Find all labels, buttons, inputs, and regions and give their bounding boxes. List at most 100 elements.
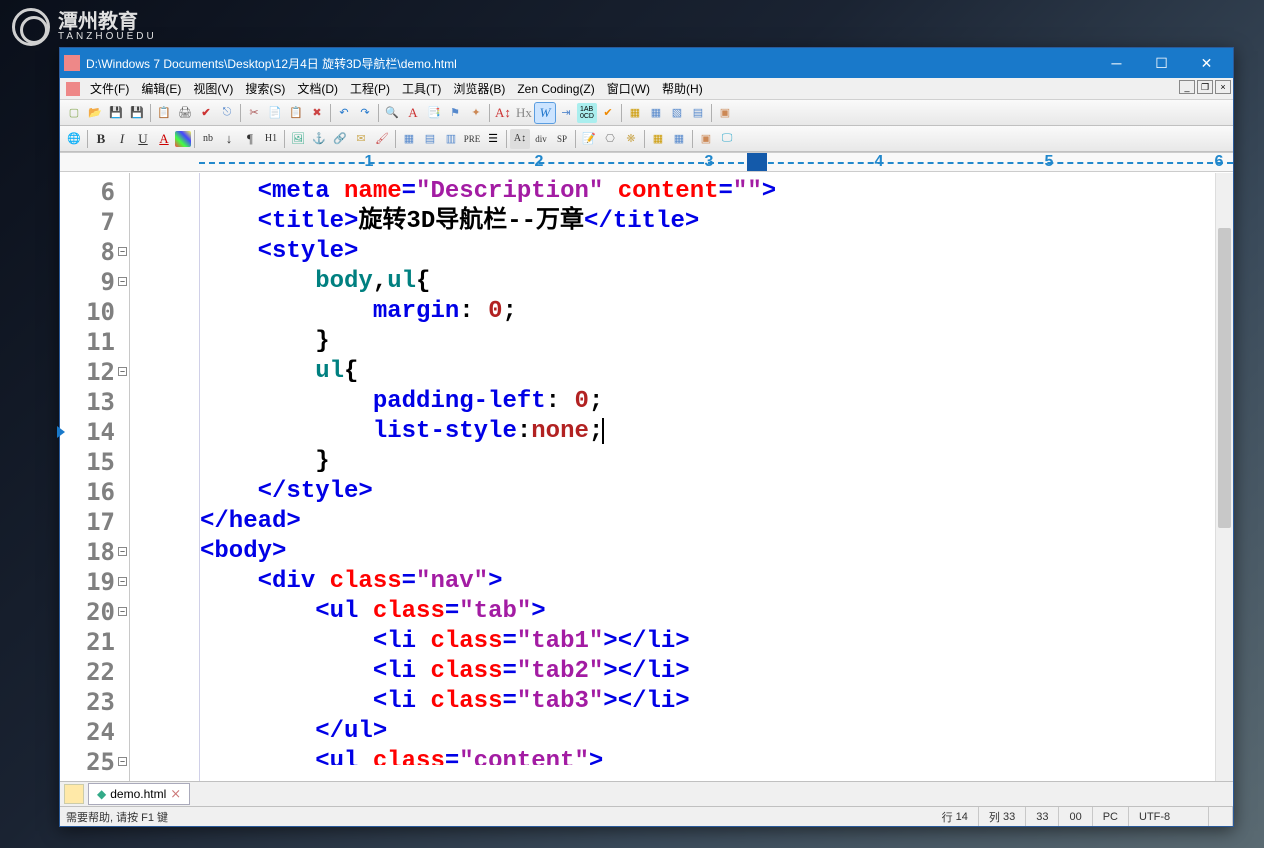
open-file-icon[interactable]: 📂 xyxy=(85,103,105,123)
paste-icon[interactable]: 📋 xyxy=(286,103,306,123)
delete-icon[interactable]: ✖ xyxy=(307,103,327,123)
h1-icon[interactable]: H1 xyxy=(261,129,281,149)
line-number-23[interactable]: 23 xyxy=(60,687,129,717)
line-number-7[interactable]: 7 xyxy=(60,207,129,237)
scrollbar-thumb[interactable] xyxy=(1218,228,1231,528)
menu-9[interactable]: 窗口(W) xyxy=(601,80,656,98)
hex-icon[interactable]: Hx xyxy=(514,103,534,123)
redo-icon[interactable]: ↷ xyxy=(355,103,375,123)
tab-demo-html[interactable]: ◆ demo.html ⨯ xyxy=(88,783,190,805)
code-line-14[interactable]: list-style:none; xyxy=(200,417,1233,447)
code-line-7[interactable]: <title>旋转3D导航栏--万章</title> xyxy=(200,207,1233,237)
fold-icon[interactable]: − xyxy=(118,547,127,556)
code-line-15[interactable]: } xyxy=(200,447,1233,477)
code-line-20[interactable]: <ul class="tab"> xyxy=(200,597,1233,627)
panel4-icon[interactable]: ▤ xyxy=(688,103,708,123)
line-number-9[interactable]: 9− xyxy=(60,267,129,297)
line-number-12[interactable]: 12− xyxy=(60,357,129,387)
code-line-19[interactable]: <div class="nav"> xyxy=(200,567,1233,597)
bookmark-icon[interactable]: 📑 xyxy=(424,103,444,123)
save-icon[interactable]: 💾 xyxy=(106,103,126,123)
minimize-button[interactable]: ─ xyxy=(1094,48,1139,78)
div-icon[interactable]: div xyxy=(531,129,551,149)
menu-8[interactable]: Zen Coding(Z) xyxy=(511,80,600,98)
panel1-icon[interactable]: ▦ xyxy=(625,103,645,123)
titlebar[interactable]: D:\Windows 7 Documents\Desktop\12月4日 旋转3… xyxy=(60,48,1233,78)
indent-icon[interactable]: ⇥ xyxy=(556,103,576,123)
code-line-9[interactable]: body,ul{ xyxy=(200,267,1233,297)
close-button[interactable]: ✕ xyxy=(1184,48,1229,78)
code-line-16[interactable]: </style> xyxy=(200,477,1233,507)
italic-icon[interactable]: I xyxy=(112,129,132,149)
line-number-10[interactable]: 10 xyxy=(60,297,129,327)
panel3-icon[interactable]: ▧ xyxy=(667,103,687,123)
pre-icon[interactable]: PRE xyxy=(462,129,482,149)
menu-10[interactable]: 帮助(H) xyxy=(656,80,709,98)
line-number-11[interactable]: 11 xyxy=(60,327,129,357)
copy-icon-2[interactable]: 📄 xyxy=(265,103,285,123)
sp-icon[interactable]: SP xyxy=(552,129,572,149)
line-number-16[interactable]: 16 xyxy=(60,477,129,507)
window-icon[interactable]: ▣ xyxy=(715,103,735,123)
menu-3[interactable]: 搜索(S) xyxy=(239,80,291,98)
wrap-w-icon[interactable]: W xyxy=(535,103,555,123)
col-icon[interactable]: ▥ xyxy=(441,129,461,149)
fold-icon[interactable]: − xyxy=(118,757,127,766)
line-number-13[interactable]: 13 xyxy=(60,387,129,417)
mdi-minimize[interactable]: _ xyxy=(1179,80,1195,94)
globe-icon[interactable]: 🌐 xyxy=(64,129,84,149)
underline-icon[interactable]: U xyxy=(133,129,153,149)
fold-icon[interactable]: − xyxy=(118,247,127,256)
new-file-icon[interactable]: ▢ xyxy=(64,103,84,123)
line-number-8[interactable]: 8− xyxy=(60,237,129,267)
code-line-13[interactable]: padding-left: 0; xyxy=(200,387,1233,417)
code-line-8[interactable]: <style> xyxy=(200,237,1233,267)
line-number-22[interactable]: 22 xyxy=(60,657,129,687)
code-line-24[interactable]: </ul> xyxy=(200,717,1233,747)
fold-icon[interactable]: − xyxy=(118,607,127,616)
form-icon[interactable]: 📝 xyxy=(579,129,599,149)
line-number-21[interactable]: 21 xyxy=(60,627,129,657)
save-all-icon[interactable]: 💾 xyxy=(127,103,147,123)
link-icon[interactable]: ⎋ xyxy=(217,103,237,123)
tool1-icon[interactable]: ⎔ xyxy=(600,129,620,149)
code-area[interactable]: 678−9−101112−131415161718−19−20−21222324… xyxy=(60,173,1233,781)
line-number-6[interactable]: 6 xyxy=(60,177,129,207)
spellcheck-icon[interactable]: ✔ xyxy=(196,103,216,123)
undo-icon[interactable]: ↶ xyxy=(334,103,354,123)
mail-icon[interactable]: ✉ xyxy=(351,129,371,149)
row-icon[interactable]: ▤ xyxy=(420,129,440,149)
find-icon[interactable]: 🔍 xyxy=(382,103,402,123)
font-a-icon[interactable]: A xyxy=(403,103,423,123)
menu-6[interactable]: 工具(T) xyxy=(396,80,447,98)
code-line-21[interactable]: <li class="tab1"></li> xyxy=(200,627,1233,657)
vertical-scrollbar[interactable] xyxy=(1215,173,1233,781)
menu-5[interactable]: 工程(P) xyxy=(344,80,396,98)
code-line-6[interactable]: <meta name="Description" content=""> xyxy=(200,177,1233,207)
anchor-icon[interactable]: ⚓ xyxy=(309,129,329,149)
list-icon[interactable]: ☰ xyxy=(483,129,503,149)
code-line-25[interactable]: <ul class="content"> xyxy=(200,747,1233,765)
window2-icon[interactable]: ▣ xyxy=(696,129,716,149)
table-icon[interactable]: ▦ xyxy=(399,129,419,149)
menu-0[interactable]: 文件(F) xyxy=(84,80,135,98)
fold-icon[interactable]: − xyxy=(118,367,127,376)
folder-icon[interactable] xyxy=(64,784,84,804)
ruler-cursor[interactable] xyxy=(747,153,767,172)
line-number-20[interactable]: 20− xyxy=(60,597,129,627)
code-line-23[interactable]: <li class="tab3"></li> xyxy=(200,687,1233,717)
panel2-icon[interactable]: ▦ xyxy=(646,103,666,123)
mdi-restore[interactable]: ❐ xyxy=(1197,80,1213,94)
maximize-button[interactable]: ☐ xyxy=(1139,48,1184,78)
color-picker-icon[interactable] xyxy=(175,131,191,147)
ruler[interactable]: 123456 xyxy=(139,152,1233,172)
line-number-15[interactable]: 15 xyxy=(60,447,129,477)
code-line-18[interactable]: <body> xyxy=(200,537,1233,567)
para-icon[interactable]: ¶ xyxy=(240,129,260,149)
menu-7[interactable]: 浏览器(B) xyxy=(447,80,511,98)
menu-1[interactable]: 编辑(E) xyxy=(135,80,187,98)
panel-a-icon[interactable]: ▦ xyxy=(648,129,668,149)
line-number-24[interactable]: 24 xyxy=(60,717,129,747)
fold-icon[interactable]: − xyxy=(118,277,127,286)
font-color-icon[interactable]: A xyxy=(154,129,174,149)
